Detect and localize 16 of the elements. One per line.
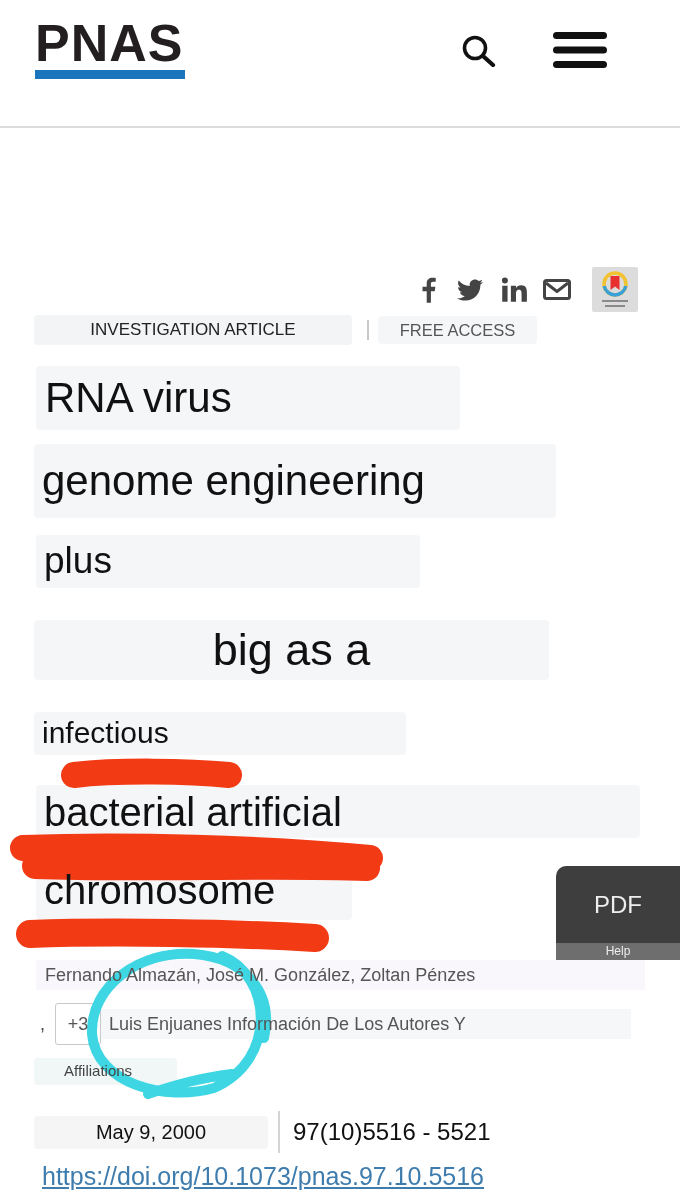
access-label: FREE ACCESS <box>378 316 537 344</box>
search-icon[interactable] <box>462 35 496 67</box>
help-link[interactable]: Help <box>556 943 680 960</box>
mail-icon[interactable] <box>543 279 571 300</box>
site-logo[interactable]: PNAS <box>35 23 185 79</box>
author-separator: , <box>40 1012 46 1036</box>
doi-link[interactable]: https://doi.org/10.1073/pnas.97.10.5516 <box>42 1158 485 1196</box>
article-type-label: INVESTIGATION ARTICLE <box>34 315 352 345</box>
twitter-icon[interactable] <box>457 278 483 301</box>
pdf-button[interactable]: PDF <box>556 866 680 943</box>
menu-icon[interactable] <box>553 32 607 68</box>
page-range: 97(10)5516 - 5521 <box>293 1117 491 1147</box>
facebook-icon[interactable] <box>422 276 436 303</box>
bookmark-badge-icon[interactable] <box>592 267 638 312</box>
publication-date: May 9, 2000 <box>34 1115 268 1149</box>
linkedin-icon[interactable] <box>502 277 527 302</box>
